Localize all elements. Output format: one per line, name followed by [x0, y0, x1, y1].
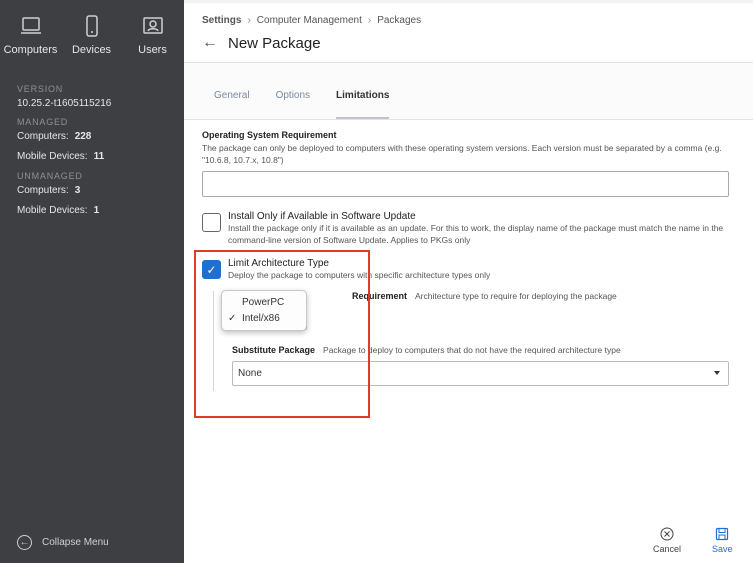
- managed-heading: MANAGED: [17, 117, 69, 127]
- breadcrumb: Settings › Computer Management › Packages: [202, 15, 735, 26]
- back-arrow-icon[interactable]: ←: [202, 34, 228, 52]
- arch-type-popup: PowerPC ✓ Intel/x86: [221, 290, 307, 331]
- collapse-menu-button[interactable]: ← Collapse Menu: [17, 535, 109, 550]
- page-header: Settings › Computer Management › Packages ← …: [184, 3, 753, 63]
- managed-devices: Mobile Devices: 11: [17, 151, 167, 162]
- option-powerpc[interactable]: PowerPC: [242, 297, 284, 308]
- checkmark-icon: ✓: [206, 262, 217, 277]
- unmanaged-computers-count: 3: [74, 185, 81, 196]
- substitute-select[interactable]: None: [232, 361, 729, 386]
- form-content: Operating System Requirement The package…: [184, 120, 753, 391]
- software-update-label: Install Only if Available in Software Up…: [228, 211, 416, 222]
- arrow-left-circle-icon: ←: [17, 535, 32, 550]
- substitute-help: Package to deploy to computers that do n…: [323, 345, 621, 355]
- unmanaged-devices: Mobile Devices: 1: [17, 205, 167, 216]
- chevron-right-icon: ›: [367, 15, 372, 26]
- os-requirement-help: The package can only be deployed to comp…: [202, 143, 722, 165]
- top-nav: Computers Devices Users: [0, 0, 184, 66]
- version-heading: VERSION: [17, 84, 64, 94]
- managed-computers-count: 228: [74, 131, 92, 142]
- limit-arch-row: ✓ Limit Architecture Type Deploy the pac…: [202, 258, 735, 281]
- arch-requirement-label: Requirement: [352, 291, 408, 301]
- page-title: New Package: [228, 34, 321, 52]
- breadcrumb-packages[interactable]: Packages: [377, 15, 421, 26]
- managed-computers: Computers: 228: [17, 131, 167, 142]
- cancel-label: Cancel: [653, 544, 682, 554]
- option-intel-x86[interactable]: Intel/x86: [242, 313, 280, 324]
- phone-icon: [85, 15, 98, 37]
- collapse-menu-label: Collapse Menu: [42, 537, 109, 548]
- sidebar: Computers Devices Users VERSION 10.25.2-…: [0, 0, 184, 563]
- cancel-button[interactable]: Cancel: [653, 527, 681, 554]
- version-value: 10.25.2-t1605115216: [17, 98, 112, 109]
- nav-computers[interactable]: Computers: [0, 0, 61, 66]
- software-update-checkbox[interactable]: [202, 213, 221, 232]
- close-circle-icon: [660, 527, 674, 541]
- arch-requirement-row: Requirement Architecture type to require …: [232, 291, 735, 301]
- nav-devices[interactable]: Devices: [61, 0, 122, 66]
- nav-users-label: Users: [138, 44, 167, 56]
- unmanaged-computers-label: Computers:: [17, 185, 69, 196]
- save-button[interactable]: Save: [712, 527, 733, 554]
- nav-users[interactable]: Users: [122, 0, 183, 66]
- save-label: Save: [712, 544, 733, 554]
- os-requirement-label: Operating System Requirement: [202, 130, 337, 140]
- unmanaged-computers: Computers: 3: [17, 185, 167, 196]
- tab-general[interactable]: General: [214, 90, 250, 119]
- substitute-value: None: [238, 368, 262, 379]
- stats-panel: VERSION 10.25.2-t1605115216 MANAGED Comp…: [0, 66, 184, 216]
- caret-down-icon: [714, 371, 720, 375]
- breadcrumb-computer-management[interactable]: Computer Management: [257, 15, 362, 26]
- os-requirement-input[interactable]: [202, 171, 729, 197]
- laptop-icon: [20, 17, 41, 34]
- managed-computers-label: Computers:: [17, 131, 69, 142]
- limit-arch-checkbox[interactable]: ✓: [202, 260, 221, 279]
- unmanaged-devices-label: Mobile Devices:: [17, 205, 88, 216]
- unmanaged-devices-count: 1: [93, 205, 100, 216]
- user-id-icon: [142, 17, 163, 34]
- limit-arch-label: Limit Architecture Type: [228, 258, 329, 269]
- breadcrumb-settings[interactable]: Settings: [202, 15, 241, 26]
- nav-devices-label: Devices: [71, 44, 112, 56]
- limit-arch-help: Deploy the package to computers with spe…: [228, 270, 491, 280]
- title-row: ← New Package: [202, 34, 735, 52]
- tab-options[interactable]: Options: [276, 90, 310, 119]
- software-update-help: Install the package only if it is availa…: [228, 223, 724, 245]
- arch-requirement-help: Architecture type to require for deployi…: [415, 291, 617, 301]
- managed-devices-label: Mobile Devices:: [17, 151, 88, 162]
- tab-bar: General Options Limitations: [184, 63, 753, 120]
- main-panel: Settings › Computer Management › Packages ← …: [184, 3, 753, 563]
- substitute-label: Substitute Package: [232, 345, 316, 355]
- tab-limitations[interactable]: Limitations: [336, 90, 390, 119]
- chevron-right-icon: ›: [247, 15, 251, 26]
- substitute-row: Substitute Package Package to deploy to c…: [232, 345, 735, 355]
- managed-devices-count: 11: [93, 151, 105, 162]
- save-icon: [716, 527, 729, 541]
- unmanaged-heading: UNMANAGED: [17, 171, 83, 181]
- software-update-row: Install Only if Available in Software Up…: [202, 211, 735, 246]
- checkmark-icon: ✓: [228, 313, 237, 324]
- nav-computers-label: Computers: [3, 44, 58, 56]
